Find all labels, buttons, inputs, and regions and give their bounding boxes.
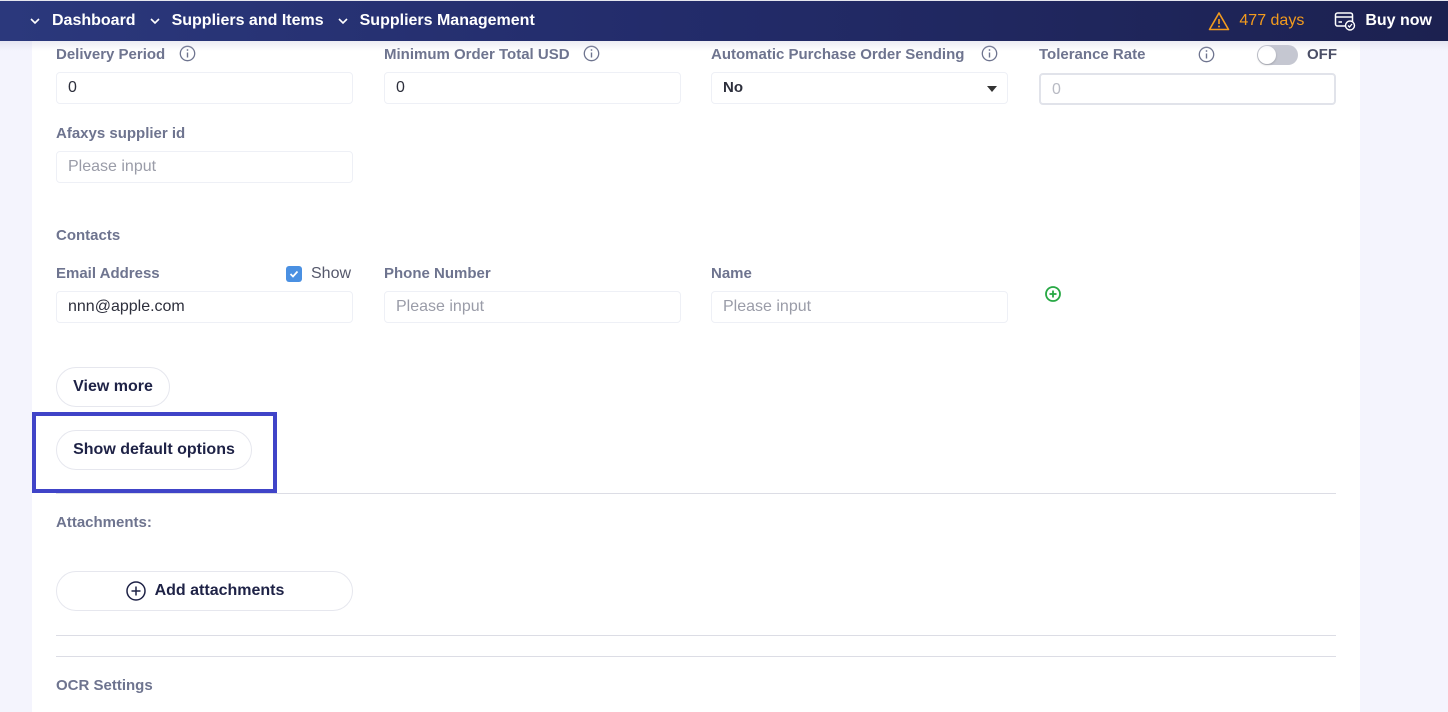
info-icon[interactable] [1198, 46, 1215, 63]
section-divider [56, 493, 1336, 494]
add-circle-icon [125, 581, 146, 601]
chevron-down-icon [30, 18, 40, 25]
afaxys-supplier-id-input[interactable]: Please input [56, 151, 353, 183]
tolerance-rate-input: 0 [1039, 73, 1336, 105]
minimum-order-total-label: Minimum Order Total USD [384, 46, 570, 63]
phone-number-label: Phone Number [384, 265, 491, 282]
breadcrumb-label: Dashboard [52, 12, 136, 29]
attachments-section-title: Attachments: [56, 514, 152, 531]
name-input[interactable]: Please input [711, 291, 1008, 323]
breadcrumb-dashboard[interactable]: Dashboard [30, 12, 136, 30]
warning-icon [1209, 12, 1230, 31]
section-divider [56, 635, 1336, 636]
ocr-settings-section-title: OCR Settings [56, 677, 153, 694]
email-address-input[interactable]: nnn@apple.com [56, 291, 353, 323]
tolerance-rate-label: Tolerance Rate [1039, 46, 1146, 63]
auto-po-sending-select[interactable]: No [711, 72, 1008, 104]
view-more-button[interactable]: View more [56, 367, 170, 407]
selected-value: No [723, 79, 743, 96]
trial-days-label: 477 days [1239, 12, 1305, 29]
caret-down-icon [987, 86, 997, 92]
delivery-period-label: Delivery Period [56, 46, 166, 63]
add-circle-icon[interactable] [1044, 285, 1062, 303]
afaxys-supplier-id-label: Afaxys supplier id [56, 125, 186, 142]
breadcrumb-suppliers-management[interactable]: Suppliers Management [338, 12, 535, 30]
supplier-form-card [32, 41, 1360, 712]
name-label: Name [711, 265, 752, 282]
email-address-label: Email Address [56, 265, 160, 282]
chevron-down-icon [150, 18, 160, 25]
show-email-checkbox[interactable] [286, 266, 302, 282]
phone-number-input[interactable]: Please input [384, 291, 681, 323]
toggle-state-label: OFF [1307, 46, 1337, 63]
info-icon[interactable] [981, 45, 998, 62]
tolerance-rate-toggle[interactable] [1257, 45, 1298, 65]
breadcrumb-suppliers-and-items[interactable]: Suppliers and Items [150, 12, 324, 30]
chevron-down-icon [338, 18, 348, 25]
breadcrumb-label: Suppliers and Items [171, 12, 324, 29]
buy-now-label: Buy now [1365, 12, 1432, 29]
checkmark-icon [289, 270, 299, 278]
section-divider [56, 656, 1336, 657]
show-email-label: Show [311, 265, 352, 282]
add-attachments-label: Add attachments [154, 582, 285, 599]
contacts-section-title: Contacts [56, 227, 121, 244]
minimum-order-total-input[interactable]: 0 [384, 72, 681, 104]
info-icon[interactable] [179, 45, 196, 62]
trial-days-remaining[interactable]: 477 days [1208, 11, 1304, 31]
add-attachments-button[interactable]: Add attachments [56, 571, 353, 611]
top-navigation-bar: Dashboard Suppliers and Items Suppliers … [0, 0, 1448, 41]
delivery-period-input[interactable]: 0 [56, 72, 353, 104]
show-default-options-button[interactable]: Show default options [56, 430, 252, 470]
breadcrumb-label: Suppliers Management [359, 12, 535, 29]
info-icon[interactable] [583, 45, 600, 62]
billing-card-icon [1335, 12, 1356, 31]
toggle-knob [1258, 46, 1276, 64]
auto-po-sending-label: Automatic Purchase Order Sending [711, 46, 965, 63]
buy-now-button[interactable]: Buy now [1334, 11, 1432, 31]
